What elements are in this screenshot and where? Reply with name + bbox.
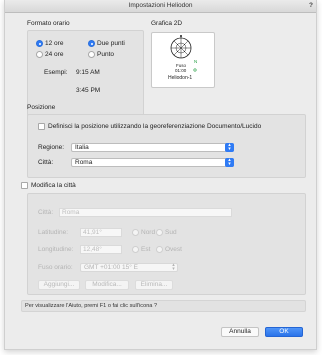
delete-city-button[interactable]: Elimina... [135, 280, 173, 290]
title-bar: Impostazioni Heliodon ? [5, 0, 316, 13]
cancel-button[interactable]: Annulla [221, 327, 259, 337]
preview-mid-text: 01:00 [175, 68, 187, 73]
longitude-label: Longitudine: [38, 246, 74, 253]
preview-name: Heliodon-1 [168, 75, 193, 81]
add-city-button[interactable]: Aggiungi... [38, 280, 80, 290]
position-group: Definisci la posizione utilizzando la ge… [27, 114, 306, 178]
examples-label: Esempi: [44, 69, 68, 76]
radio-south-indicator [156, 229, 163, 236]
georef-checkbox-box [38, 123, 45, 130]
radio-north-indicator [132, 229, 139, 236]
latitude-label: Latitudine: [38, 229, 68, 236]
heliodon-preview: Fuso 01:00 N Heliodon-1 [151, 32, 215, 88]
settings-dialog: Impostazioni Heliodon ? Formato orario 1… [4, 0, 317, 350]
edit-city-name-label: Città: [38, 209, 54, 216]
city-stepper-icon: ▴ ▾ [225, 158, 234, 167]
timezone-select[interactable]: GMT +01:00 15° E ▴ ▾ [80, 263, 178, 272]
radio-colon-indicator [88, 40, 95, 47]
help-button[interactable]: ? [309, 2, 313, 9]
region-stepper-icon: ▴ ▾ [225, 143, 234, 152]
region-select[interactable]: Italia ▴ ▾ [71, 143, 234, 152]
radio-west[interactable]: Ovest [156, 246, 182, 253]
radio-east[interactable]: Est [132, 246, 150, 253]
city-label: Città: [38, 159, 54, 166]
radio-24-indicator [36, 51, 43, 58]
modify-city-button[interactable]: Modifica... [85, 280, 129, 290]
graphic-2d-label: Grafica 2D [151, 20, 183, 27]
georef-checkbox[interactable]: Definisci la posizione utilizzando la ge… [38, 123, 261, 130]
edit-city-checkbox-box [21, 182, 28, 189]
help-hint: Per visualizzare l'Aiuto, premi F1 o fai… [21, 300, 306, 312]
edit-city-group: Città: Roma Latitudine: 41,91° Nord Sud … [27, 193, 306, 295]
radio-colon[interactable]: Due punti [88, 40, 125, 47]
example-1: 9:15 AM [76, 69, 100, 76]
radio-north[interactable]: Nord [132, 229, 155, 236]
radio-east-indicator [132, 246, 139, 253]
radio-12-indicator [36, 40, 43, 47]
city-select[interactable]: Roma ▴ ▾ [71, 158, 234, 167]
radio-west-indicator [156, 246, 163, 253]
radio-12-hours[interactable]: 12 ore [36, 40, 63, 47]
longitude-input[interactable]: 12,48° [80, 245, 122, 254]
radio-dot-indicator [88, 51, 95, 58]
radio-24-hours[interactable]: 24 ore [36, 51, 63, 58]
edit-city-checkbox[interactable]: Modifica la città [21, 182, 76, 189]
latitude-input[interactable]: 41,91° [80, 228, 122, 237]
region-label: Regione: [38, 144, 65, 151]
preview-north-text: N [194, 59, 198, 64]
timezone-stepper-icon: ▴ ▾ [172, 262, 175, 272]
radio-south[interactable]: Sud [156, 229, 177, 236]
radio-dot-separator[interactable]: Punto [88, 51, 114, 58]
timezone-label: Fuso orario: [38, 264, 73, 271]
ok-button[interactable]: OK [265, 327, 303, 337]
edit-city-name-input[interactable]: Roma [59, 208, 232, 217]
position-label: Posizione [27, 104, 56, 111]
time-format-label: Formato orario [27, 20, 70, 27]
window-title: Impostazioni Heliodon [128, 2, 193, 9]
example-2: 3:45 PM [76, 87, 101, 94]
